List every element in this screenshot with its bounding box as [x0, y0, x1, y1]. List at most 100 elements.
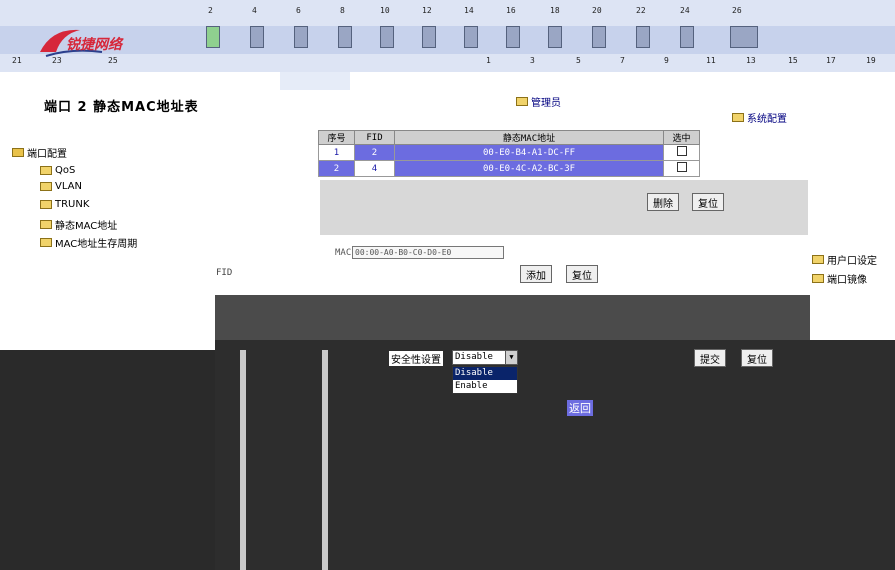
port-number: 14 [464, 6, 474, 15]
tree-item-qos[interactable]: QoS [40, 165, 75, 176]
port-20-icon[interactable] [592, 26, 606, 48]
tree-item-label: 端口配置 [27, 149, 67, 160]
folder-icon [40, 200, 52, 209]
tree-item-label: 静态MAC地址 [55, 221, 118, 232]
folder-icon [812, 255, 824, 264]
table-panel [320, 180, 808, 235]
port-24-icon[interactable] [680, 26, 694, 48]
tree-item-vlan[interactable]: VLAN [40, 181, 82, 192]
row-checkbox[interactable] [676, 162, 687, 172]
port-number: 2 [208, 6, 213, 15]
cell-fid: 2 [354, 144, 395, 161]
cell-select [663, 144, 700, 161]
mac-input[interactable]: 00:00-A0-B0-C0-D0-E0 [352, 246, 504, 259]
port-22-icon[interactable] [636, 26, 650, 48]
submit-button[interactable]: 提交 [694, 349, 726, 367]
port-2-icon[interactable] [206, 26, 220, 48]
port-number: 13 [746, 56, 756, 65]
system-config-link-label: 系统配置 [747, 114, 787, 125]
security-select[interactable]: Disable ▼ [452, 350, 518, 365]
port-number: 23 [52, 56, 62, 65]
port-number: 12 [422, 6, 432, 15]
admin-link[interactable]: 管理员 [516, 94, 561, 109]
folder-icon [812, 274, 824, 283]
folder-icon [40, 182, 52, 191]
reset-security-button[interactable]: 复位 [741, 349, 773, 367]
reset-button[interactable]: 复位 [692, 193, 724, 211]
right-menu-label: 端口镜像 [827, 275, 867, 286]
port-12-icon[interactable] [422, 26, 436, 48]
reset-add-button[interactable]: 复位 [566, 265, 598, 283]
folder-icon [732, 113, 744, 122]
port-number: 6 [296, 6, 301, 15]
port-10-icon[interactable] [380, 26, 394, 48]
port-number: 25 [108, 56, 118, 65]
port-number: 7 [620, 56, 625, 65]
folder-open-icon [12, 148, 24, 157]
static-mac-table: 序号 FID 静态MAC地址 选中 1 2 00-E0-B4-A1-DC-FF … [318, 130, 700, 177]
row-checkbox[interactable] [676, 146, 687, 156]
tree-item-label: TRUNK [55, 199, 90, 210]
port-number: 5 [576, 56, 581, 65]
delete-button[interactable]: 删除 [647, 193, 679, 211]
cell-mac: 00-E0-B4-A1-DC-FF [394, 144, 664, 161]
tree-item-mac-aging[interactable]: MAC地址生存周期 [40, 235, 137, 250]
mac-field-label: MAC [335, 248, 352, 258]
page-title: 端口 2 静态MAC地址表 [44, 100, 199, 115]
tree-item-label: QoS [55, 165, 76, 176]
port-8-icon[interactable] [338, 26, 352, 48]
folder-icon [516, 97, 528, 106]
security-select-value: Disable [455, 352, 493, 362]
bottom-dark-area [215, 340, 895, 570]
cell-index: 1 [318, 144, 355, 161]
port-number: 24 [680, 6, 690, 15]
port-number: 20 [592, 6, 602, 15]
tree-item-port-config[interactable]: 端口配置 [12, 145, 67, 160]
dropdown-option[interactable]: Enable [453, 380, 517, 393]
cell-fid: 4 [354, 160, 395, 177]
right-menu: 用户口设定 端口镜像 [812, 252, 877, 290]
port-number: 10 [380, 6, 390, 15]
table-row: 1 2 00-E0-B4-A1-DC-FF [318, 144, 700, 161]
col-select: 选中 [663, 130, 700, 145]
port-number: 16 [506, 6, 516, 15]
right-menu-label: 用户口设定 [827, 256, 877, 267]
port-number: 3 [530, 56, 535, 65]
port-number: 1 [486, 56, 491, 65]
tree-item-label: MAC地址生存周期 [55, 239, 138, 250]
port-4-icon[interactable] [250, 26, 264, 48]
port-14-icon[interactable] [464, 26, 478, 48]
admin-link-label: 管理员 [531, 98, 561, 109]
folder-icon [40, 166, 52, 175]
port-6-icon[interactable] [294, 26, 308, 48]
system-config-link[interactable]: 系统配置 [732, 110, 787, 125]
port-number: 17 [826, 56, 836, 65]
port-number: 15 [788, 56, 798, 65]
port-18-icon[interactable] [548, 26, 562, 48]
fid-label: FID [216, 268, 233, 278]
right-menu-item[interactable]: 用户口设定 [812, 252, 877, 267]
cell-index: 2 [318, 160, 355, 177]
dropdown-option[interactable]: Disable [453, 367, 517, 380]
cell-select [663, 160, 700, 177]
port-16-icon[interactable] [506, 26, 520, 48]
col-fid: FID [354, 130, 395, 145]
port-number: 9 [664, 56, 669, 65]
port-number: 8 [340, 6, 345, 15]
table-row: 2 4 00-E0-4C-A2-BC-3F [318, 160, 700, 177]
port-number: 19 [866, 56, 876, 65]
left-dark-area [0, 350, 215, 570]
port-26-icon[interactable] [730, 26, 758, 48]
tree-item-trunk[interactable]: TRUNK [40, 199, 89, 210]
chevron-down-icon[interactable]: ▼ [505, 351, 517, 364]
security-label: 安全性设置 [389, 351, 443, 366]
return-link[interactable]: 返回 [567, 400, 593, 416]
folder-icon [40, 220, 52, 229]
security-dropdown: Disable Enable [452, 366, 518, 394]
tree-item-static-mac[interactable]: 静态MAC地址 [40, 217, 117, 232]
status-band [280, 72, 350, 90]
port-number: 22 [636, 6, 646, 15]
right-menu-item[interactable]: 端口镜像 [812, 271, 877, 286]
port-number: 11 [706, 56, 716, 65]
add-button[interactable]: 添加 [520, 265, 552, 283]
